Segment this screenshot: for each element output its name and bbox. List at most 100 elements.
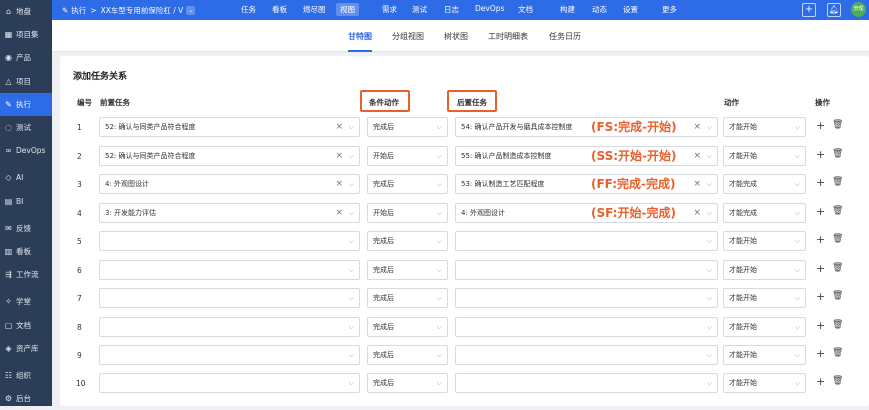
trash-icon[interactable]: 🗑︎	[832, 206, 843, 216]
trash-icon[interactable]: 🗑︎	[832, 120, 843, 130]
chevron-down-icon[interactable]: ⌵	[795, 147, 800, 165]
chevron-down-icon[interactable]: ⌵	[349, 318, 354, 336]
chevron-down-icon[interactable]: ⌵	[349, 175, 354, 193]
pre-task-select[interactable]: ⌵	[99, 260, 360, 280]
action-select[interactable]: 才能开始 ⌵	[723, 317, 806, 337]
trash-icon[interactable]: 🗑︎	[832, 376, 843, 386]
trash-icon[interactable]: 🗑︎	[832, 320, 843, 330]
top-nav-2[interactable]: 燃尽图	[303, 4, 326, 15]
top-nav-10[interactable]: 动态	[592, 4, 607, 15]
top-nav-11[interactable]: 设置	[623, 4, 638, 15]
chevron-down-icon[interactable]: ⌵	[349, 289, 354, 307]
chevron-down-icon[interactable]: ⌵	[437, 289, 442, 307]
clear-icon[interactable]: ×	[335, 204, 343, 222]
sidebar-item-0[interactable]: ⌂ 地盘	[0, 0, 52, 23]
chevron-down-icon[interactable]: ⌵	[707, 147, 712, 165]
chevron-down-icon[interactable]: ⌵	[795, 374, 800, 392]
pre-task-select[interactable]: ⌵	[99, 345, 360, 365]
action-select[interactable]: 才能开始 ⌵	[723, 345, 806, 365]
chevron-down-icon[interactable]: ⌵	[795, 175, 800, 193]
chevron-down-icon[interactable]: ⌵	[795, 346, 800, 364]
add-row-icon[interactable]: +	[816, 347, 825, 360]
chevron-down-icon[interactable]: ⌵	[795, 232, 800, 250]
add-row-icon[interactable]: +	[816, 290, 825, 303]
chevron-down-icon[interactable]: ⌵	[437, 147, 442, 165]
top-nav-6[interactable]: 日志	[444, 4, 459, 15]
condition-select[interactable]: 完成后 ⌵	[367, 260, 448, 280]
top-nav-8[interactable]: 文档	[518, 4, 533, 15]
top-nav-4[interactable]: 需求	[382, 4, 397, 15]
trash-icon[interactable]: 🗑︎	[832, 291, 843, 301]
pre-task-select[interactable]: ⌵	[99, 317, 360, 337]
trash-icon[interactable]: 🗑︎	[832, 263, 843, 273]
clear-icon[interactable]: ×	[693, 204, 701, 222]
action-select[interactable]: 才能开始 ⌵	[723, 146, 806, 166]
top-nav-7[interactable]: DevOps	[475, 4, 504, 13]
chevron-down-icon[interactable]: ⌵	[437, 232, 442, 250]
subtab-1[interactable]: 分组视图	[392, 31, 424, 42]
chevron-down-icon[interactable]: ⌵	[707, 118, 712, 136]
condition-select[interactable]: 开始后 ⌵	[367, 203, 448, 223]
chevron-down-icon[interactable]: ⌵	[349, 118, 354, 136]
condition-select[interactable]: 完成后 ⌵	[367, 345, 448, 365]
condition-select[interactable]: 完成后 ⌵	[367, 373, 448, 393]
chevron-down-icon[interactable]: ⌵	[707, 204, 712, 222]
add-row-icon[interactable]: +	[816, 119, 825, 132]
add-row-icon[interactable]: +	[816, 319, 825, 332]
action-select[interactable]: 才能开始 ⌵	[723, 117, 806, 137]
add-button[interactable]: +	[802, 3, 816, 17]
top-nav-3[interactable]: 视图	[336, 3, 359, 16]
execution-name[interactable]: XX车型专用前保险杠 / V	[101, 5, 184, 16]
chevron-down-icon[interactable]: ⌵	[349, 261, 354, 279]
add-row-icon[interactable]: +	[816, 176, 825, 189]
chevron-down-icon[interactable]: ⌵	[795, 318, 800, 336]
post-task-select[interactable]: ⌵	[455, 345, 718, 365]
chevron-down-icon[interactable]: ⌵	[437, 204, 442, 222]
chevron-down-icon[interactable]: ⌵	[349, 204, 354, 222]
clear-icon[interactable]: ×	[693, 147, 701, 165]
action-select[interactable]: 才能完成 ⌵	[723, 203, 806, 223]
top-nav-0[interactable]: 任务	[241, 4, 256, 15]
subtab-3[interactable]: 工时明细表	[488, 31, 528, 42]
clear-icon[interactable]: ×	[693, 175, 701, 193]
sidebar-item-4[interactable]: ✎ 执行	[0, 92, 52, 116]
action-select[interactable]: 才能开始 ⌵	[723, 231, 806, 251]
sidebar-item-2[interactable]: ◉ 产品	[0, 46, 52, 69]
add-row-icon[interactable]: +	[816, 148, 825, 161]
subtab-4[interactable]: 任务日历	[549, 31, 581, 42]
condition-select[interactable]: 完成后 ⌵	[367, 117, 448, 137]
add-row-icon[interactable]: +	[816, 205, 825, 218]
top-nav-12[interactable]: 更多	[662, 4, 677, 15]
post-task-select[interactable]: ⌵	[455, 317, 718, 337]
post-task-select[interactable]: 4: 外观图设计 × ⌵	[455, 203, 718, 223]
chevron-down-icon[interactable]: ⌵	[437, 118, 442, 136]
condition-select[interactable]: 开始后 ⌵	[367, 146, 448, 166]
chevron-down-icon[interactable]: ⌵	[707, 374, 712, 392]
pre-task-select[interactable]: 4: 外观图设计 × ⌵	[99, 174, 360, 194]
action-select[interactable]: 才能完成 ⌵	[723, 174, 806, 194]
sidebar-item-3[interactable]: △ 项目	[0, 70, 52, 93]
action-select[interactable]: 才能开始 ⌵	[723, 373, 806, 393]
pre-task-select[interactable]: 52: 确认与同类产品符合程度 × ⌵	[99, 117, 360, 137]
condition-select[interactable]: 完成后 ⌵	[367, 288, 448, 308]
top-nav-9[interactable]: 构建	[560, 4, 575, 15]
action-select[interactable]: 才能开始 ⌵	[723, 288, 806, 308]
chevron-down-icon[interactable]: ⌵	[437, 346, 442, 364]
clear-icon[interactable]: ×	[335, 175, 343, 193]
chevron-down-icon[interactable]: ⌵	[795, 204, 800, 222]
condition-select[interactable]: 完成后 ⌵	[367, 231, 448, 251]
subtab-0[interactable]: 甘特图	[348, 31, 372, 52]
add-row-icon[interactable]: +	[816, 262, 825, 275]
pre-task-select[interactable]: ⌵	[99, 288, 360, 308]
trash-icon[interactable]: 🗑︎	[832, 348, 843, 358]
post-task-select[interactable]: 53: 确认制造工艺匹配程度 × ⌵	[455, 174, 718, 194]
post-task-select[interactable]: ⌵	[455, 231, 718, 251]
chevron-down-icon[interactable]: ⌵	[707, 318, 712, 336]
chevron-down-icon[interactable]: ⌵	[707, 346, 712, 364]
clear-icon[interactable]: ×	[335, 118, 343, 136]
chevron-down-icon[interactable]: ⌵	[437, 318, 442, 336]
chevron-down-icon[interactable]: ⌄	[186, 5, 196, 15]
chevron-down-icon[interactable]: ⌵	[437, 374, 442, 392]
top-nav-5[interactable]: 测试	[412, 4, 427, 15]
post-task-select[interactable]: ⌵	[455, 260, 718, 280]
